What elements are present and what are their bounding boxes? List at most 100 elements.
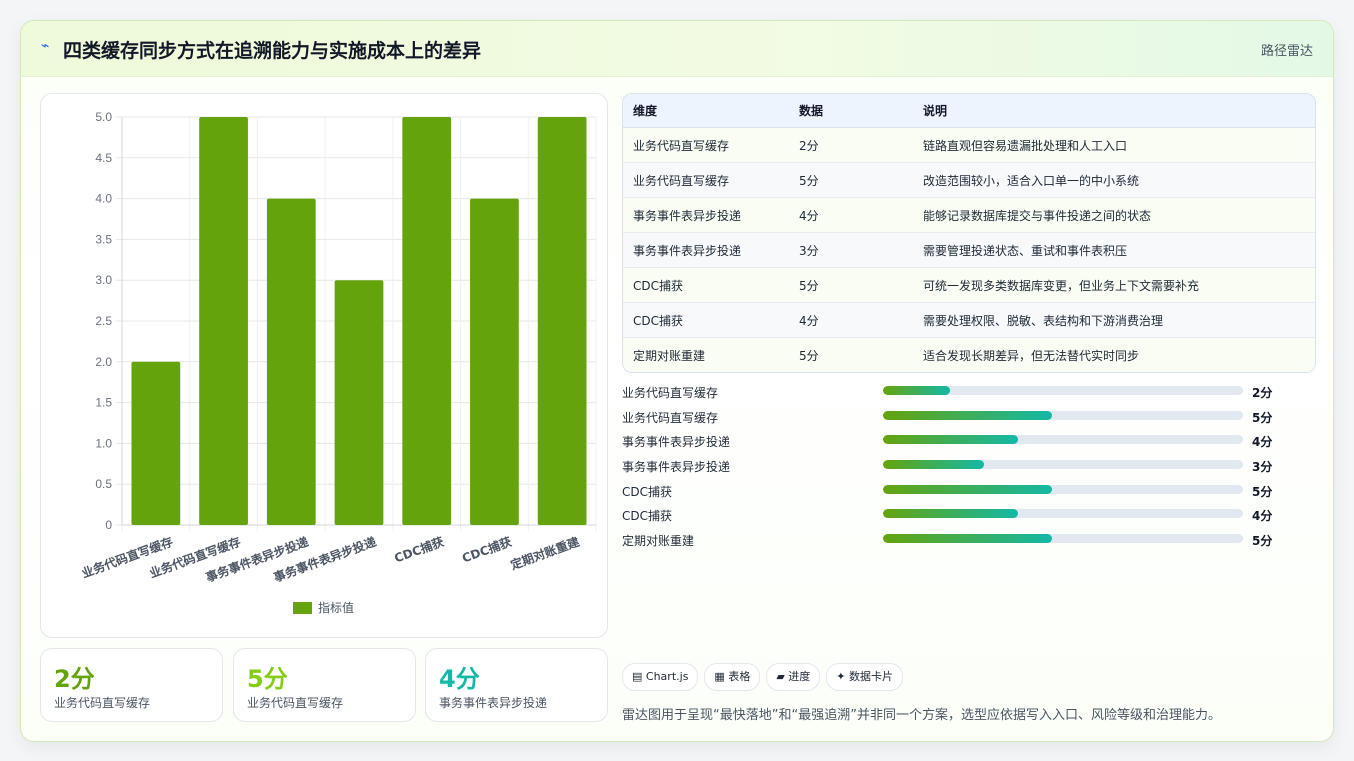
- score-cell: 4分: [789, 302, 913, 338]
- table-row: 业务代码直写缓存 5分 改造范围较小，适合入口单一的中小系统: [623, 162, 1315, 198]
- tag-list: ▤ Chart.js ▦ 表格 ▰ 进度 ✦ 数据卡片: [622, 663, 909, 691]
- legend-label: 指标值: [318, 600, 354, 615]
- bar-chart-svg: 00.51.01.52.02.53.03.54.04.55.0业务代码直写缓存业…: [80, 110, 597, 615]
- progress-value: 2分: [1252, 386, 1273, 400]
- progress-track: [883, 410, 1243, 420]
- score-cell: 5分: [789, 267, 913, 303]
- description-cell: 需要处理权限、脱敏、表结构和下游消费治理: [913, 302, 1315, 338]
- progress-list: 业务代码直写缓存 2分 业务代码直写缓存 5分 事务事件表异步投递 4分 事务事件表异步投递…: [622, 381, 1314, 554]
- table-row: CDC捕获 4分 需要处理权限、脱敏、表结构和下游消费治理: [623, 302, 1315, 338]
- y-tick-label: 3.0: [95, 273, 112, 287]
- tag-label: 表格: [728, 670, 751, 683]
- description-cell: 适合发现长期差异，但无法替代实时同步: [913, 337, 1315, 372]
- progress-track: [883, 509, 1243, 519]
- stat-value: 5分: [247, 665, 288, 693]
- progress-track: [883, 460, 1243, 470]
- progress-fill: [883, 435, 1018, 445]
- progress-fill: [883, 534, 1053, 544]
- page-title: 四类缓存同步方式在追溯能力与实施成本上的差异: [63, 40, 482, 62]
- progress-label: 业务代码直写缓存: [622, 410, 719, 425]
- y-tick-label: 1.5: [95, 396, 112, 410]
- y-tick-label: 3.5: [95, 232, 112, 246]
- stat-card: 4分 事务事件表异步投递: [425, 648, 608, 722]
- progress-label: 事务事件表异步投递: [622, 435, 731, 450]
- progress-label: 事务事件表异步投递: [622, 460, 731, 475]
- progress-fill: [883, 386, 950, 395]
- progress-row: CDC捕获 4分: [622, 504, 1314, 529]
- legend-swatch: [293, 602, 312, 614]
- score-cell: 5分: [789, 162, 913, 198]
- score-cell: 5分: [789, 337, 913, 372]
- progress-label: CDC捕获: [622, 509, 672, 524]
- progress-row: 定期对账重建 5分: [622, 529, 1314, 554]
- bar: [199, 117, 248, 525]
- progress-value: 4分: [1252, 435, 1273, 450]
- table-row: CDC捕获 5分 可统一发现多类数据库变更，但业务上下文需要补充: [623, 267, 1315, 303]
- progress-value: 5分: [1252, 410, 1273, 425]
- stat-card: 2分 业务代码直写缓存: [40, 648, 223, 722]
- bar: [537, 117, 587, 525]
- description-cell: 可统一发现多类数据库变更，但业务上下文需要补充: [913, 267, 1315, 303]
- tag-label: 进度: [788, 670, 811, 683]
- tag-label: 数据卡片: [849, 670, 894, 683]
- tag-chip[interactable]: ✦ 数据卡片: [826, 663, 904, 691]
- x-tick-label: CDC捕获: [392, 534, 446, 566]
- score-cell: 2分: [789, 127, 913, 163]
- table-row: 业务代码直写缓存 2分 链路直观但容易遗漏批处理和人工入口: [623, 127, 1315, 163]
- stat-label: 事务事件表异步投递: [439, 696, 548, 710]
- progress-fill: [883, 509, 1018, 519]
- progress-fill: [883, 460, 984, 470]
- chart-icon: ▤: [632, 670, 643, 683]
- lightning-icon: ⌁: [41, 38, 50, 54]
- score-cell: 4分: [789, 197, 913, 233]
- table-row: 事务事件表异步投递 3分 需要管理投递状态、重试和事件表积压: [623, 232, 1315, 268]
- y-tick-label: 4.5: [95, 151, 112, 165]
- table-icon: ▦: [714, 670, 725, 683]
- table-row: 事务事件表异步投递 4分 能够记录数据库提交与事件投递之间的状态: [623, 197, 1315, 233]
- bar: [266, 198, 316, 525]
- description-cell: 需要管理投递状态、重试和事件表积压: [913, 232, 1315, 268]
- progress-track: [883, 534, 1243, 544]
- progress-fill: [883, 484, 1053, 494]
- nav-link-radar[interactable]: 路径雷达: [1261, 40, 1313, 59]
- table-header: 说明: [913, 94, 1315, 128]
- progress-row: CDC捕获 5分: [622, 480, 1314, 505]
- y-tick-label: 0: [105, 518, 112, 532]
- progress-label: 业务代码直写缓存: [622, 386, 719, 400]
- stat-value: 4分: [439, 665, 480, 693]
- progress-track: [883, 484, 1243, 494]
- x-tick-label: CDC捕获: [460, 534, 514, 566]
- progress-label: CDC捕获: [622, 484, 672, 499]
- progress-row: 业务代码直写缓存 2分: [622, 381, 1314, 406]
- data-table: 维度 数据 说明 业务代码直写缓存 2分 链路直观但容易遗漏批处理和人工入口 业务代码…: [622, 93, 1316, 373]
- tag-label: Chart.js: [645, 670, 689, 683]
- table-header-row: 维度 数据 说明: [623, 94, 1315, 128]
- y-tick-label: 2.0: [95, 355, 112, 369]
- table-header: 数据: [789, 94, 913, 128]
- dimension-cell: 定期对账重建: [623, 337, 789, 372]
- bar: [131, 361, 181, 525]
- dimension-cell: 事务事件表异步投递: [623, 232, 789, 268]
- progress-row: 事务事件表异步投递 3分: [622, 455, 1314, 480]
- description-cell: 能够记录数据库提交与事件投递之间的状态: [913, 197, 1315, 233]
- report-card: ⌁ 四类缓存同步方式在追溯能力与实施成本上的差异 路径雷达 0 0.5 1.0 1.5…: [20, 20, 1334, 742]
- bar-chart: 0 0.5 1.0 1.5 2.0 2.5 3.0 3.5 4.0 4.5 5.0 业务代码直写缓存业…: [40, 93, 608, 638]
- table-row: 定期对账重建 5分 适合发现长期差异，但无法替代实时同步: [623, 337, 1315, 372]
- y-tick-label: 5.0: [95, 110, 112, 124]
- x-tick-label: 定期对账重建: [508, 533, 582, 572]
- tag-chip[interactable]: ▤ Chart.js: [622, 663, 699, 691]
- dimension-cell: 事务事件表异步投递: [623, 197, 789, 233]
- tag-chip[interactable]: ▰ 进度: [766, 663, 821, 691]
- progress-row: 事务事件表异步投递 4分: [622, 430, 1314, 455]
- progress-icon: ▰: [776, 670, 785, 683]
- table-header: 维度: [623, 94, 789, 128]
- progress-track: [883, 386, 1243, 395]
- stat-label: 业务代码直写缓存: [54, 696, 151, 710]
- progress-value: 4分: [1252, 509, 1273, 524]
- progress-row: 业务代码直写缓存 5分: [622, 406, 1314, 431]
- score-cell: 3分: [789, 232, 913, 268]
- tag-chip[interactable]: ▦ 表格: [704, 663, 761, 691]
- header: ⌁ 四类缓存同步方式在追溯能力与实施成本上的差异 路径雷达: [21, 21, 1333, 77]
- y-tick-label: 1.0: [95, 436, 112, 450]
- description-cell: 改造范围较小，适合入口单一的中小系统: [913, 162, 1315, 198]
